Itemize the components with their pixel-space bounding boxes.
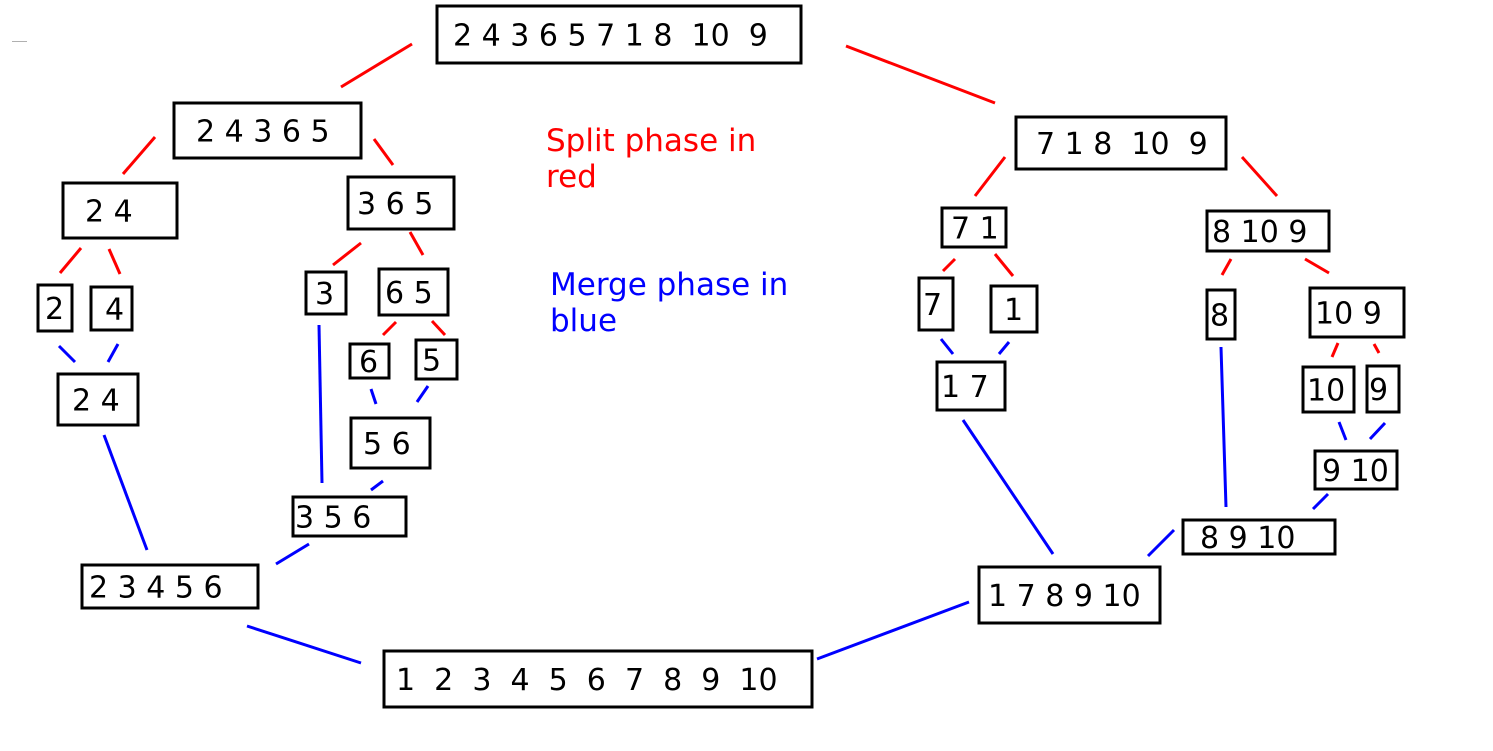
merge-edge-m-178910-to-final xyxy=(816,600,970,661)
merge-edge-m-24-to-m-23456 xyxy=(102,434,149,551)
merge-edge-m-8910-to-m-178910 xyxy=(1146,528,1176,558)
split-edge-l-365-to-l-65 xyxy=(408,231,425,256)
node-label: 10 9 xyxy=(1315,297,1382,332)
node-label: 6 xyxy=(359,345,378,380)
node-l-6: 6 xyxy=(348,342,391,380)
node-r-7: 7 xyxy=(917,276,955,332)
nodes-layer: 2 4 3 6 5 7 1 8 10 9 2 4 3 6 5 7 1 8 10 9 2… xyxy=(36,4,1406,709)
node-label: 2 3 4 5 6 xyxy=(89,571,223,606)
node-m-23456: 2 3 4 5 6 xyxy=(80,563,260,610)
legend-merge-phase: Merge phase in blue xyxy=(550,267,789,339)
merge-edge-m-23456-to-final xyxy=(246,624,362,665)
merge-edge-l-6-to-m-56 xyxy=(369,388,378,405)
node-label: 2 4 xyxy=(72,384,120,419)
merge-edge-l-3-to-m-356 xyxy=(317,324,324,484)
merge-edge-r-1-to-m-17 xyxy=(997,341,1011,355)
split-edge-l-24-to-l-2 xyxy=(58,247,83,274)
node-l-4: 4 xyxy=(89,285,134,332)
node-label: 7 1 xyxy=(951,212,999,247)
node-m-24: 2 4 xyxy=(56,372,140,427)
node-label: 1 7 xyxy=(941,370,989,405)
split-edge-right-half-to-r-71 xyxy=(973,156,1007,197)
merge-edge-r-7-to-m-17 xyxy=(939,338,955,355)
node-l-365: 3 6 5 xyxy=(346,175,456,231)
split-edge-root-to-left-half xyxy=(340,42,413,89)
node-label: 4 xyxy=(105,293,124,328)
split-edge-r-71-to-r-7 xyxy=(941,257,957,273)
node-r-9: 9 xyxy=(1365,364,1401,414)
node-label: 10 xyxy=(1307,374,1345,409)
split-edge-left-half-to-l-24 xyxy=(121,136,157,175)
split-edge-l-365-to-l-3 xyxy=(332,241,362,267)
node-right-half: 7 1 8 10 9 xyxy=(1014,115,1228,171)
node-final: 1 2 3 4 5 6 7 8 9 10 xyxy=(382,649,814,709)
node-r-71: 7 1 xyxy=(940,206,1008,249)
node-label: 9 xyxy=(1369,373,1388,408)
node-r-10: 10 xyxy=(1301,365,1356,414)
node-label: 9 10 xyxy=(1322,454,1389,489)
split-edge-l-65-to-l-6 xyxy=(381,320,398,337)
node-m-17: 1 7 xyxy=(935,360,1007,412)
node-label: 8 xyxy=(1210,299,1229,334)
split-edge-l-65-to-l-5 xyxy=(430,319,447,337)
node-m-178910: 1 7 8 9 10 xyxy=(977,565,1162,625)
node-label: 3 5 6 xyxy=(295,501,371,536)
node-r-8109: 8 10 9 xyxy=(1205,209,1331,253)
merge-edge-l-4-to-m-24 xyxy=(106,343,120,363)
split-edge-left-half-to-l-365 xyxy=(372,138,395,166)
split-edge-right-half-to-r-8109 xyxy=(1240,155,1279,198)
node-label: 5 6 xyxy=(363,427,411,462)
merge-sort-diagram: 2 4 3 6 5 7 1 8 10 9 2 4 3 6 5 7 1 8 10 9 2… xyxy=(36,4,1406,709)
node-label: 7 1 8 10 9 xyxy=(1036,127,1208,162)
node-label: 8 10 9 xyxy=(1212,215,1307,250)
merge-edge-m-356-to-m-23456 xyxy=(275,542,310,566)
split-edge-r-109-to-r-9 xyxy=(1372,343,1381,354)
node-r-109: 10 9 xyxy=(1308,286,1406,339)
node-label: 3 6 5 xyxy=(357,187,433,222)
node-label: 2 4 xyxy=(85,195,133,230)
node-label: 3 xyxy=(315,277,334,312)
node-label: 5 xyxy=(422,344,441,379)
node-label: 6 5 xyxy=(385,276,433,311)
split-edge-root-to-right-half xyxy=(845,44,996,105)
node-l-24: 2 4 xyxy=(61,181,179,240)
node-l-65: 6 5 xyxy=(377,267,450,317)
node-label: 7 xyxy=(923,288,942,323)
node-label: 2 xyxy=(45,292,64,327)
node-label: 1 2 3 4 5 6 7 8 9 10 xyxy=(396,663,778,698)
node-r-8: 8 xyxy=(1205,288,1237,341)
node-m-356: 3 5 6 xyxy=(291,495,408,538)
node-m-910: 9 10 xyxy=(1313,449,1399,491)
node-m-8910: 8 9 10 xyxy=(1181,518,1337,556)
node-l-2: 2 xyxy=(36,283,74,333)
node-label: 8 9 10 xyxy=(1200,521,1295,556)
merge-edge-l-5-to-m-56 xyxy=(415,385,430,403)
merge-edge-r-8-to-m-8910 xyxy=(1219,346,1228,508)
merge-edge-m-56-to-m-356 xyxy=(370,479,384,492)
node-m-56: 5 6 xyxy=(349,416,432,470)
merge-edge-l-2-to-m-24 xyxy=(57,344,77,364)
node-r-1: 1 xyxy=(989,284,1039,334)
node-left-half: 2 4 3 6 5 xyxy=(172,101,363,160)
split-edge-r-8109-to-r-109 xyxy=(1304,257,1330,275)
node-l-5: 5 xyxy=(414,338,459,381)
merge-edge-m-17-to-m-178910 xyxy=(961,419,1055,555)
node-label: 1 7 8 9 10 xyxy=(988,579,1141,614)
split-edge-l-24-to-l-4 xyxy=(107,248,122,275)
split-edge-r-71-to-r-1 xyxy=(993,253,1015,277)
node-label: 2 4 3 6 5 xyxy=(196,115,330,150)
node-l-3: 3 xyxy=(304,270,348,316)
node-label: 2 4 3 6 5 7 1 8 10 9 xyxy=(453,19,768,54)
split-edge-r-109-to-r-10 xyxy=(1330,342,1340,358)
merge-edge-r-9-to-m-910 xyxy=(1368,421,1387,441)
merge-edge-m-910-to-m-8910 xyxy=(1311,492,1330,511)
merge-edge-r-10-to-m-910 xyxy=(1337,421,1348,441)
split-edge-r-8109-to-r-8 xyxy=(1220,258,1233,276)
node-label: 1 xyxy=(1004,293,1023,328)
legend-split-phase: Split phase in red xyxy=(546,123,757,195)
node-root: 2 4 3 6 5 7 1 8 10 9 xyxy=(435,4,803,65)
